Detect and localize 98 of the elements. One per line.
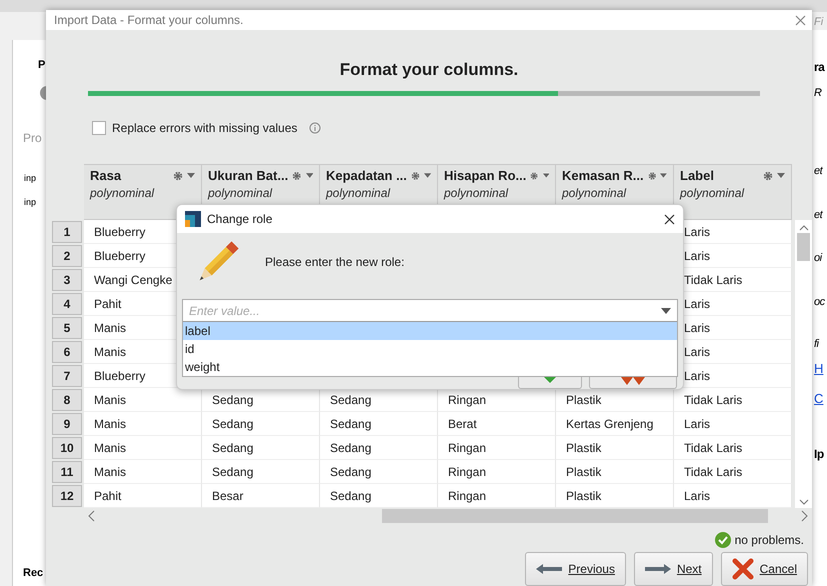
table-cell: Pahit <box>84 484 202 508</box>
background-text: ra <box>814 60 824 74</box>
background-text[interactable]: H <box>814 361 824 376</box>
role-combo-box[interactable]: Enter value... label id weight <box>182 299 678 377</box>
double-arrow-icon <box>621 377 645 385</box>
dropdown-option[interactable]: label <box>183 322 677 340</box>
caret-icon[interactable] <box>542 173 549 178</box>
cancel-button[interactable] <box>589 377 677 389</box>
caret-icon[interactable] <box>424 173 431 178</box>
gear-icon[interactable] <box>648 170 656 180</box>
vertical-scrollbar[interactable] <box>795 220 812 508</box>
row-number: 11 <box>52 461 82 483</box>
caret-icon[interactable] <box>187 173 195 178</box>
table-cell: Sedang <box>320 460 438 484</box>
background-text[interactable]: C <box>814 391 824 406</box>
table-cell: Tidak Laris <box>674 436 792 460</box>
table-cell: Plastik <box>556 460 674 484</box>
table-cell: Sedang <box>320 436 438 460</box>
scrollbar-thumb[interactable] <box>382 509 768 523</box>
table-cell: Sedang <box>320 484 438 508</box>
app-logo-icon <box>185 211 201 228</box>
row-number: 6 <box>52 341 82 363</box>
row-number: 8 <box>52 389 82 411</box>
table-cell: Laris <box>674 412 792 436</box>
cancel-button[interactable]: Cancel <box>720 552 808 586</box>
row-number: 10 <box>52 437 82 459</box>
row-number: 5 <box>52 317 82 339</box>
ok-button[interactable] <box>518 377 582 389</box>
gear-icon[interactable] <box>173 170 183 180</box>
checkbox-label: Replace errors with missing values <box>112 121 298 135</box>
background-text: R <box>814 87 822 99</box>
column-header[interactable]: Label polynominal <box>674 164 792 220</box>
table-cell: Ringan <box>438 388 556 412</box>
table-cell: Sedang <box>320 388 438 412</box>
caret-icon[interactable] <box>660 173 667 178</box>
right-arrow-icon <box>644 564 671 574</box>
background-text: inp <box>24 197 36 207</box>
column-header[interactable]: Rasa polynominal <box>84 164 202 220</box>
gear-icon[interactable] <box>410 170 420 180</box>
table-cell: Tidak Laris <box>674 388 792 412</box>
previous-button[interactable]: Previous <box>525 552 626 586</box>
table-cell: Plastik <box>556 484 674 508</box>
down-chevron-icon[interactable] <box>798 499 808 506</box>
table-cell: Sedang <box>202 388 320 412</box>
cross-icon <box>732 558 754 580</box>
background-text: Ip <box>814 447 824 461</box>
table-cell: Sedang <box>320 412 438 436</box>
background-text: oc <box>814 296 825 308</box>
scrollbar-thumb[interactable] <box>797 233 810 261</box>
background-text: fi <box>814 338 818 350</box>
table-cell: Ringan <box>438 436 556 460</box>
table-cell: Sedang <box>202 460 320 484</box>
background-text: et <box>814 165 822 177</box>
row-number: 2 <box>52 245 82 267</box>
row-number: 7 <box>52 365 82 387</box>
info-icon <box>309 122 322 134</box>
table-cell: Manis <box>84 436 202 460</box>
background-text: P <box>38 59 46 71</box>
table-cell: Manis <box>84 388 202 412</box>
row-number: 1 <box>52 221 82 243</box>
table-cell: Berat <box>438 412 556 436</box>
table-cell: Kertas Grenjeng <box>556 412 674 436</box>
status-text: no problems. <box>734 533 804 547</box>
next-button[interactable]: Next <box>634 552 713 586</box>
table-cell: Manis <box>84 412 202 436</box>
gear-icon[interactable] <box>763 170 773 180</box>
background-text: inp <box>24 173 36 183</box>
row-number: 4 <box>52 293 82 315</box>
table-cell: Sedang <box>202 412 320 436</box>
background-text: Rec <box>23 567 44 579</box>
table-cell: Besar <box>202 484 320 508</box>
caret-icon[interactable] <box>777 173 785 178</box>
table-cell: Ringan <box>438 484 556 508</box>
table-cell: Ringan <box>438 460 556 484</box>
left-arrow-icon <box>536 564 562 574</box>
row-number: 3 <box>52 269 82 291</box>
caret-icon[interactable] <box>306 173 313 178</box>
table-cell: Plastik <box>556 436 674 460</box>
row-number: 12 <box>52 485 82 507</box>
window-title: Import Data - Format your columns. <box>54 13 244 27</box>
table-cell: Laris <box>674 484 792 508</box>
up-chevron-icon[interactable] <box>798 224 808 231</box>
table-cell: Tidak Laris <box>674 460 792 484</box>
prompt-text: Please enter the new role: <box>265 255 404 272</box>
background-text: Pro <box>23 131 42 145</box>
background-text: et <box>814 209 822 221</box>
gear-icon[interactable] <box>292 170 302 180</box>
caret-icon[interactable] <box>661 308 671 314</box>
checkbox[interactable] <box>92 121 106 135</box>
table-cell: Plastik <box>556 388 674 412</box>
background-text: oi <box>814 252 822 264</box>
table-cell: Sedang <box>202 436 320 460</box>
background-text: Fi <box>814 16 824 28</box>
step-heading: Format your columns. <box>338 60 520 80</box>
row-number: 9 <box>52 413 82 435</box>
table-cell: Manis <box>84 460 202 484</box>
close-icon[interactable] <box>664 214 675 225</box>
gear-icon[interactable] <box>530 170 538 180</box>
